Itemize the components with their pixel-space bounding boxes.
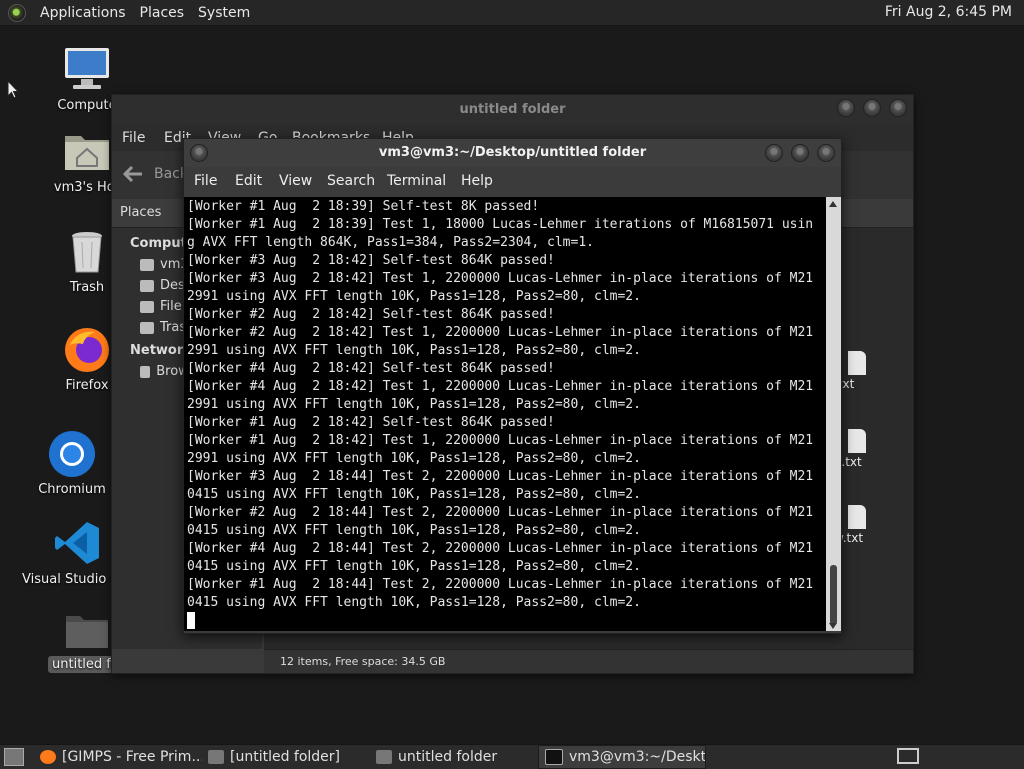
file-manager-window-buttons xyxy=(837,99,907,117)
bottom-panel: [GIMPS - Free Prim... [untitled folder] … xyxy=(0,744,1024,769)
terminal-line: [Worker #3 Aug 2 18:42] Self-test 864K p… xyxy=(187,253,555,268)
term-menu-edit[interactable]: Edit xyxy=(235,173,262,189)
terminal-line: [Worker #1 Aug 2 18:44] Test 2, 2200000 … xyxy=(187,577,814,592)
terminal-menubar: File Edit View Search Terminal Help xyxy=(184,167,841,197)
terminal-cursor xyxy=(187,612,195,629)
terminal-line: 0415 using AVX FFT length 10K, Pass1=128… xyxy=(187,559,641,574)
taskbar-item-label: vm3@vm3:~/Deskt... xyxy=(569,749,706,765)
terminal-output: [Worker #1 Aug 2 18:39] Self-test 8K pas… xyxy=(184,197,826,630)
terminal-title: vm3@vm3:~/Desktop/untitled folder xyxy=(378,145,647,160)
terminal-line: g AVX FFT length 864K, Pass1=384, Pass2=… xyxy=(187,235,594,250)
folder-icon xyxy=(208,750,224,764)
back-arrow-icon xyxy=(122,165,142,183)
minimize-icon[interactable] xyxy=(837,99,855,117)
trash-icon xyxy=(140,321,154,334)
terminal-line: [Worker #1 Aug 2 18:42] Test 1, 2200000 … xyxy=(187,433,814,448)
terminal-screen[interactable]: [Worker #1 Aug 2 18:39] Self-test 8K pas… xyxy=(184,197,826,631)
folder-icon xyxy=(376,750,392,764)
terminal-line: [Worker #1 Aug 2 18:39] Self-test 8K pas… xyxy=(187,199,540,214)
firefox-icon xyxy=(40,750,56,764)
term-menu-view[interactable]: View xyxy=(279,173,312,189)
term-menu-search[interactable]: Search xyxy=(327,173,375,189)
text-file-icon xyxy=(848,505,866,529)
workspace-switcher-icon[interactable] xyxy=(897,748,919,764)
fm-menu-file[interactable]: File xyxy=(122,130,145,146)
terminal-window-buttons xyxy=(765,144,835,162)
firefox-icon xyxy=(63,326,111,374)
terminal-icon xyxy=(545,749,563,765)
terminal-line: [Worker #1 Aug 2 18:39] Test 1, 18000 Lu… xyxy=(187,217,814,232)
back-button[interactable]: Back xyxy=(122,165,188,183)
distro-logo-icon[interactable] xyxy=(8,3,26,22)
terminal-line: [Worker #2 Aug 2 18:42] Self-test 864K p… xyxy=(187,307,555,322)
taskbar-item-terminal[interactable]: vm3@vm3:~/Deskt... xyxy=(538,745,706,769)
taskbar-item-label: untitled folder xyxy=(398,749,498,765)
top-panel: Applications Places System Fri Aug 2, 6:… xyxy=(0,0,1024,26)
maximize-icon[interactable] xyxy=(863,99,881,117)
taskbar-item-untitled-folder-min[interactable]: [untitled folder] xyxy=(202,745,370,769)
terminal-scrollbar[interactable] xyxy=(826,197,841,631)
places-menu[interactable]: Places xyxy=(140,5,185,21)
file-manager-titlebar[interactable]: untitled folder xyxy=(112,95,913,125)
window-menu-icon[interactable] xyxy=(190,144,208,162)
taskbar-item-label: [untitled folder] xyxy=(230,749,341,765)
terminal-line: [Worker #3 Aug 2 18:44] Test 2, 2200000 … xyxy=(187,469,814,484)
show-desktop-icon[interactable] xyxy=(4,748,24,766)
text-file-icon xyxy=(848,351,866,375)
term-menu-help[interactable]: Help xyxy=(461,173,493,189)
mouse-cursor-icon xyxy=(7,80,19,99)
computer-icon xyxy=(63,46,111,94)
desktop-icon-chromium[interactable]: Chromium xyxy=(22,430,122,497)
top-menu: Applications Places System xyxy=(8,0,250,25)
system-menu[interactable]: System xyxy=(198,5,250,21)
minimize-icon[interactable] xyxy=(765,144,783,162)
terminal-line: [Worker #4 Aug 2 18:42] Test 1, 2200000 … xyxy=(187,379,814,394)
terminal-line: 2991 using AVX FFT length 10K, Pass1=128… xyxy=(187,451,641,466)
close-icon[interactable] xyxy=(817,144,835,162)
trash-icon xyxy=(63,228,111,276)
terminal-line: 0415 using AVX FFT length 10K, Pass1=128… xyxy=(187,523,641,538)
terminal-window[interactable]: vm3@vm3:~/Desktop/untitled folder File E… xyxy=(183,138,842,634)
close-icon[interactable] xyxy=(889,99,907,117)
terminal-line: 2991 using AVX FFT length 10K, Pass1=128… xyxy=(187,397,641,412)
home-folder-icon xyxy=(63,128,111,176)
taskbar-item-label: [GIMPS - Free Prim... xyxy=(62,749,202,765)
scrollbar-thumb[interactable] xyxy=(830,565,837,625)
terminal-line: 2991 using AVX FFT length 10K, Pass1=128… xyxy=(187,289,641,304)
terminal-line: 2991 using AVX FFT length 10K, Pass1=128… xyxy=(187,343,641,358)
terminal-line: 0415 using AVX FFT length 10K, Pass1=128… xyxy=(187,487,641,502)
terminal-line: 0415 using AVX FFT length 10K, Pass1=128… xyxy=(187,595,641,610)
desktop-icon xyxy=(140,279,154,292)
home-icon xyxy=(140,258,154,271)
text-file-icon xyxy=(848,429,866,453)
desktop-icon-label: Chromium xyxy=(38,482,106,497)
maximize-icon[interactable] xyxy=(791,144,809,162)
terminal-titlebar[interactable]: vm3@vm3:~/Desktop/untitled folder xyxy=(184,139,841,167)
file-manager-statusbar: 12 items, Free space: 34.5 GB xyxy=(264,649,913,673)
taskbar-item-untitled-folder[interactable]: untitled folder xyxy=(370,745,538,769)
terminal-line: [Worker #4 Aug 2 18:42] Self-test 864K p… xyxy=(187,361,555,376)
taskbar-item-gimps[interactable]: [GIMPS - Free Prim... xyxy=(34,745,202,769)
terminal-line: [Worker #3 Aug 2 18:42] Test 1, 2200000 … xyxy=(187,271,814,286)
terminal-line: [Worker #1 Aug 2 18:42] Self-test 864K p… xyxy=(187,415,555,430)
terminal-line: [Worker #4 Aug 2 18:44] Test 2, 2200000 … xyxy=(187,541,814,556)
scroll-up-icon[interactable] xyxy=(829,201,837,207)
clock[interactable]: Fri Aug 2, 6:45 PM xyxy=(885,0,1012,25)
applications-menu[interactable]: Applications xyxy=(40,5,126,21)
network-icon xyxy=(140,365,151,378)
folder-icon xyxy=(63,610,111,652)
chromium-icon xyxy=(48,430,96,478)
terminal-line: [Worker #2 Aug 2 18:42] Test 1, 2200000 … xyxy=(187,325,814,340)
terminal-line: [Worker #2 Aug 2 18:44] Test 2, 2200000 … xyxy=(187,505,814,520)
terminal-prompt-line[interactable] xyxy=(187,612,826,630)
scroll-down-icon[interactable] xyxy=(829,623,837,629)
vscode-icon xyxy=(53,520,101,568)
drive-icon xyxy=(140,300,154,313)
term-menu-file[interactable]: File xyxy=(194,173,217,189)
term-menu-terminal[interactable]: Terminal xyxy=(387,173,446,189)
